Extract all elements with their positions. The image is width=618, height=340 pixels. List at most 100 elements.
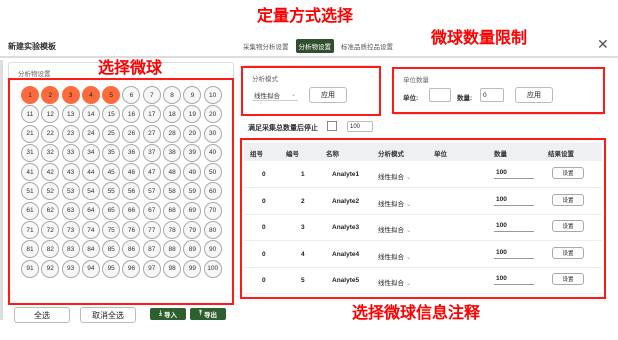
bead-30[interactable]: 30 bbox=[203, 124, 222, 143]
bead-39[interactable]: 39 bbox=[183, 143, 202, 162]
count-input[interactable]: 0 bbox=[480, 88, 504, 102]
stop-option-checkbox[interactable] bbox=[327, 121, 337, 131]
bead-100[interactable]: 100 bbox=[203, 259, 222, 278]
bead-77[interactable]: 77 bbox=[142, 221, 161, 240]
row-count-input[interactable]: 100 bbox=[494, 220, 534, 232]
bead-31[interactable]: 31 bbox=[21, 143, 39, 162]
row-mode-select[interactable]: 线性拟合 ⌄ bbox=[378, 198, 411, 208]
bead-86[interactable]: 86 bbox=[122, 240, 141, 259]
bead-71[interactable]: 71 bbox=[21, 221, 39, 240]
bead-58[interactable]: 58 bbox=[163, 182, 182, 201]
bead-6[interactable]: 6 bbox=[122, 86, 141, 104]
bead-59[interactable]: 59 bbox=[183, 182, 202, 201]
bead-8[interactable]: 8 bbox=[163, 86, 182, 104]
bead-26[interactable]: 26 bbox=[122, 124, 141, 143]
bead-69[interactable]: 69 bbox=[183, 201, 202, 220]
bead-96[interactable]: 96 bbox=[122, 259, 141, 278]
bead-78[interactable]: 78 bbox=[163, 221, 182, 240]
bead-28[interactable]: 28 bbox=[163, 124, 182, 143]
bead-24[interactable]: 24 bbox=[81, 124, 100, 143]
bead-65[interactable]: 65 bbox=[102, 201, 121, 220]
bead-34[interactable]: 34 bbox=[81, 143, 100, 162]
bead-53[interactable]: 53 bbox=[61, 182, 80, 201]
bead-25[interactable]: 25 bbox=[102, 124, 121, 143]
bead-40[interactable]: 40 bbox=[203, 143, 222, 162]
bead-67[interactable]: 67 bbox=[142, 201, 161, 220]
row-mode-select[interactable]: 线性拟合 ⌄ bbox=[378, 224, 411, 234]
row-count-input[interactable]: 100 bbox=[494, 167, 534, 179]
bead-72[interactable]: 72 bbox=[41, 221, 60, 240]
bead-44[interactable]: 44 bbox=[81, 163, 100, 182]
bead-56[interactable]: 56 bbox=[122, 182, 141, 201]
bead-99[interactable]: 99 bbox=[183, 259, 202, 278]
bead-92[interactable]: 92 bbox=[41, 259, 60, 278]
tab-standards[interactable]: 标准品质控品设置 bbox=[338, 39, 396, 53]
bead-70[interactable]: 70 bbox=[203, 201, 222, 220]
row-mode-select[interactable]: 线性拟合 ⌄ bbox=[378, 277, 411, 287]
bead-2[interactable]: 2 bbox=[41, 86, 60, 104]
bead-97[interactable]: 97 bbox=[142, 259, 161, 278]
mode-select[interactable]: 线性拟合 ⌄ bbox=[252, 89, 298, 101]
bead-38[interactable]: 38 bbox=[163, 143, 182, 162]
bead-47[interactable]: 47 bbox=[142, 163, 161, 182]
bead-85[interactable]: 85 bbox=[102, 240, 121, 259]
bead-68[interactable]: 68 bbox=[163, 201, 182, 220]
bead-95[interactable]: 95 bbox=[102, 259, 121, 278]
bead-55[interactable]: 55 bbox=[102, 182, 121, 201]
bead-83[interactable]: 83 bbox=[61, 240, 80, 259]
row-settings-button[interactable]: 设置 bbox=[552, 246, 584, 259]
row-mode-select[interactable]: 线性拟合 ⌄ bbox=[378, 171, 411, 181]
tab-acquisition[interactable]: 采集物分析设置 bbox=[240, 39, 292, 53]
deselect-all-button[interactable]: 取消全选 bbox=[80, 307, 136, 323]
bead-90[interactable]: 90 bbox=[203, 240, 222, 259]
select-all-button[interactable]: 全选 bbox=[14, 307, 70, 323]
bead-17[interactable]: 17 bbox=[142, 105, 161, 124]
bead-4[interactable]: 4 bbox=[81, 86, 100, 104]
bead-45[interactable]: 45 bbox=[102, 163, 121, 182]
bead-23[interactable]: 23 bbox=[61, 124, 80, 143]
bead-16[interactable]: 16 bbox=[122, 105, 141, 124]
bead-11[interactable]: 11 bbox=[21, 105, 39, 124]
row-count-input[interactable]: 100 bbox=[494, 194, 534, 206]
bead-62[interactable]: 62 bbox=[41, 201, 60, 220]
bead-36[interactable]: 36 bbox=[122, 143, 141, 162]
row-count-input[interactable]: 100 bbox=[494, 247, 534, 259]
bead-42[interactable]: 42 bbox=[41, 163, 60, 182]
row-settings-button[interactable]: 设置 bbox=[552, 220, 584, 232]
bead-14[interactable]: 14 bbox=[81, 105, 100, 124]
row-settings-button[interactable]: 设置 bbox=[552, 273, 584, 285]
stop-count-input[interactable]: 100 bbox=[347, 121, 373, 132]
bead-60[interactable]: 60 bbox=[203, 182, 222, 201]
bead-35[interactable]: 35 bbox=[102, 143, 121, 162]
bead-74[interactable]: 74 bbox=[81, 221, 100, 240]
bead-57[interactable]: 57 bbox=[142, 182, 161, 201]
bead-66[interactable]: 66 bbox=[122, 201, 141, 220]
bead-51[interactable]: 51 bbox=[21, 182, 39, 201]
bead-98[interactable]: 98 bbox=[163, 259, 182, 278]
bead-75[interactable]: 75 bbox=[102, 221, 121, 240]
import-button[interactable]: ⤓ 导入 bbox=[150, 308, 186, 320]
unit-apply-button[interactable]: 应用 bbox=[515, 87, 553, 103]
bead-20[interactable]: 20 bbox=[203, 105, 222, 124]
bead-93[interactable]: 93 bbox=[61, 259, 80, 278]
bead-13[interactable]: 13 bbox=[61, 105, 80, 124]
bead-89[interactable]: 89 bbox=[183, 240, 202, 259]
bead-49[interactable]: 49 bbox=[183, 163, 202, 182]
bead-18[interactable]: 18 bbox=[163, 105, 182, 124]
row-settings-button[interactable]: 设置 bbox=[552, 193, 584, 206]
tab-analyte[interactable]: 分析物设置 bbox=[295, 39, 334, 53]
bead-61[interactable]: 61 bbox=[21, 201, 39, 220]
bead-29[interactable]: 29 bbox=[183, 124, 202, 143]
bead-50[interactable]: 50 bbox=[203, 163, 222, 182]
bead-79[interactable]: 79 bbox=[183, 221, 202, 240]
bead-37[interactable]: 37 bbox=[142, 143, 161, 162]
bead-91[interactable]: 91 bbox=[21, 259, 39, 278]
bead-12[interactable]: 12 bbox=[41, 105, 60, 124]
bead-22[interactable]: 22 bbox=[41, 124, 60, 143]
export-button[interactable]: ⤒ 导出 bbox=[190, 308, 226, 320]
bead-52[interactable]: 52 bbox=[41, 182, 60, 201]
close-icon[interactable]: ✕ bbox=[597, 36, 609, 53]
bead-82[interactable]: 82 bbox=[41, 240, 60, 259]
bead-80[interactable]: 80 bbox=[203, 221, 222, 240]
bead-46[interactable]: 46 bbox=[122, 163, 141, 182]
